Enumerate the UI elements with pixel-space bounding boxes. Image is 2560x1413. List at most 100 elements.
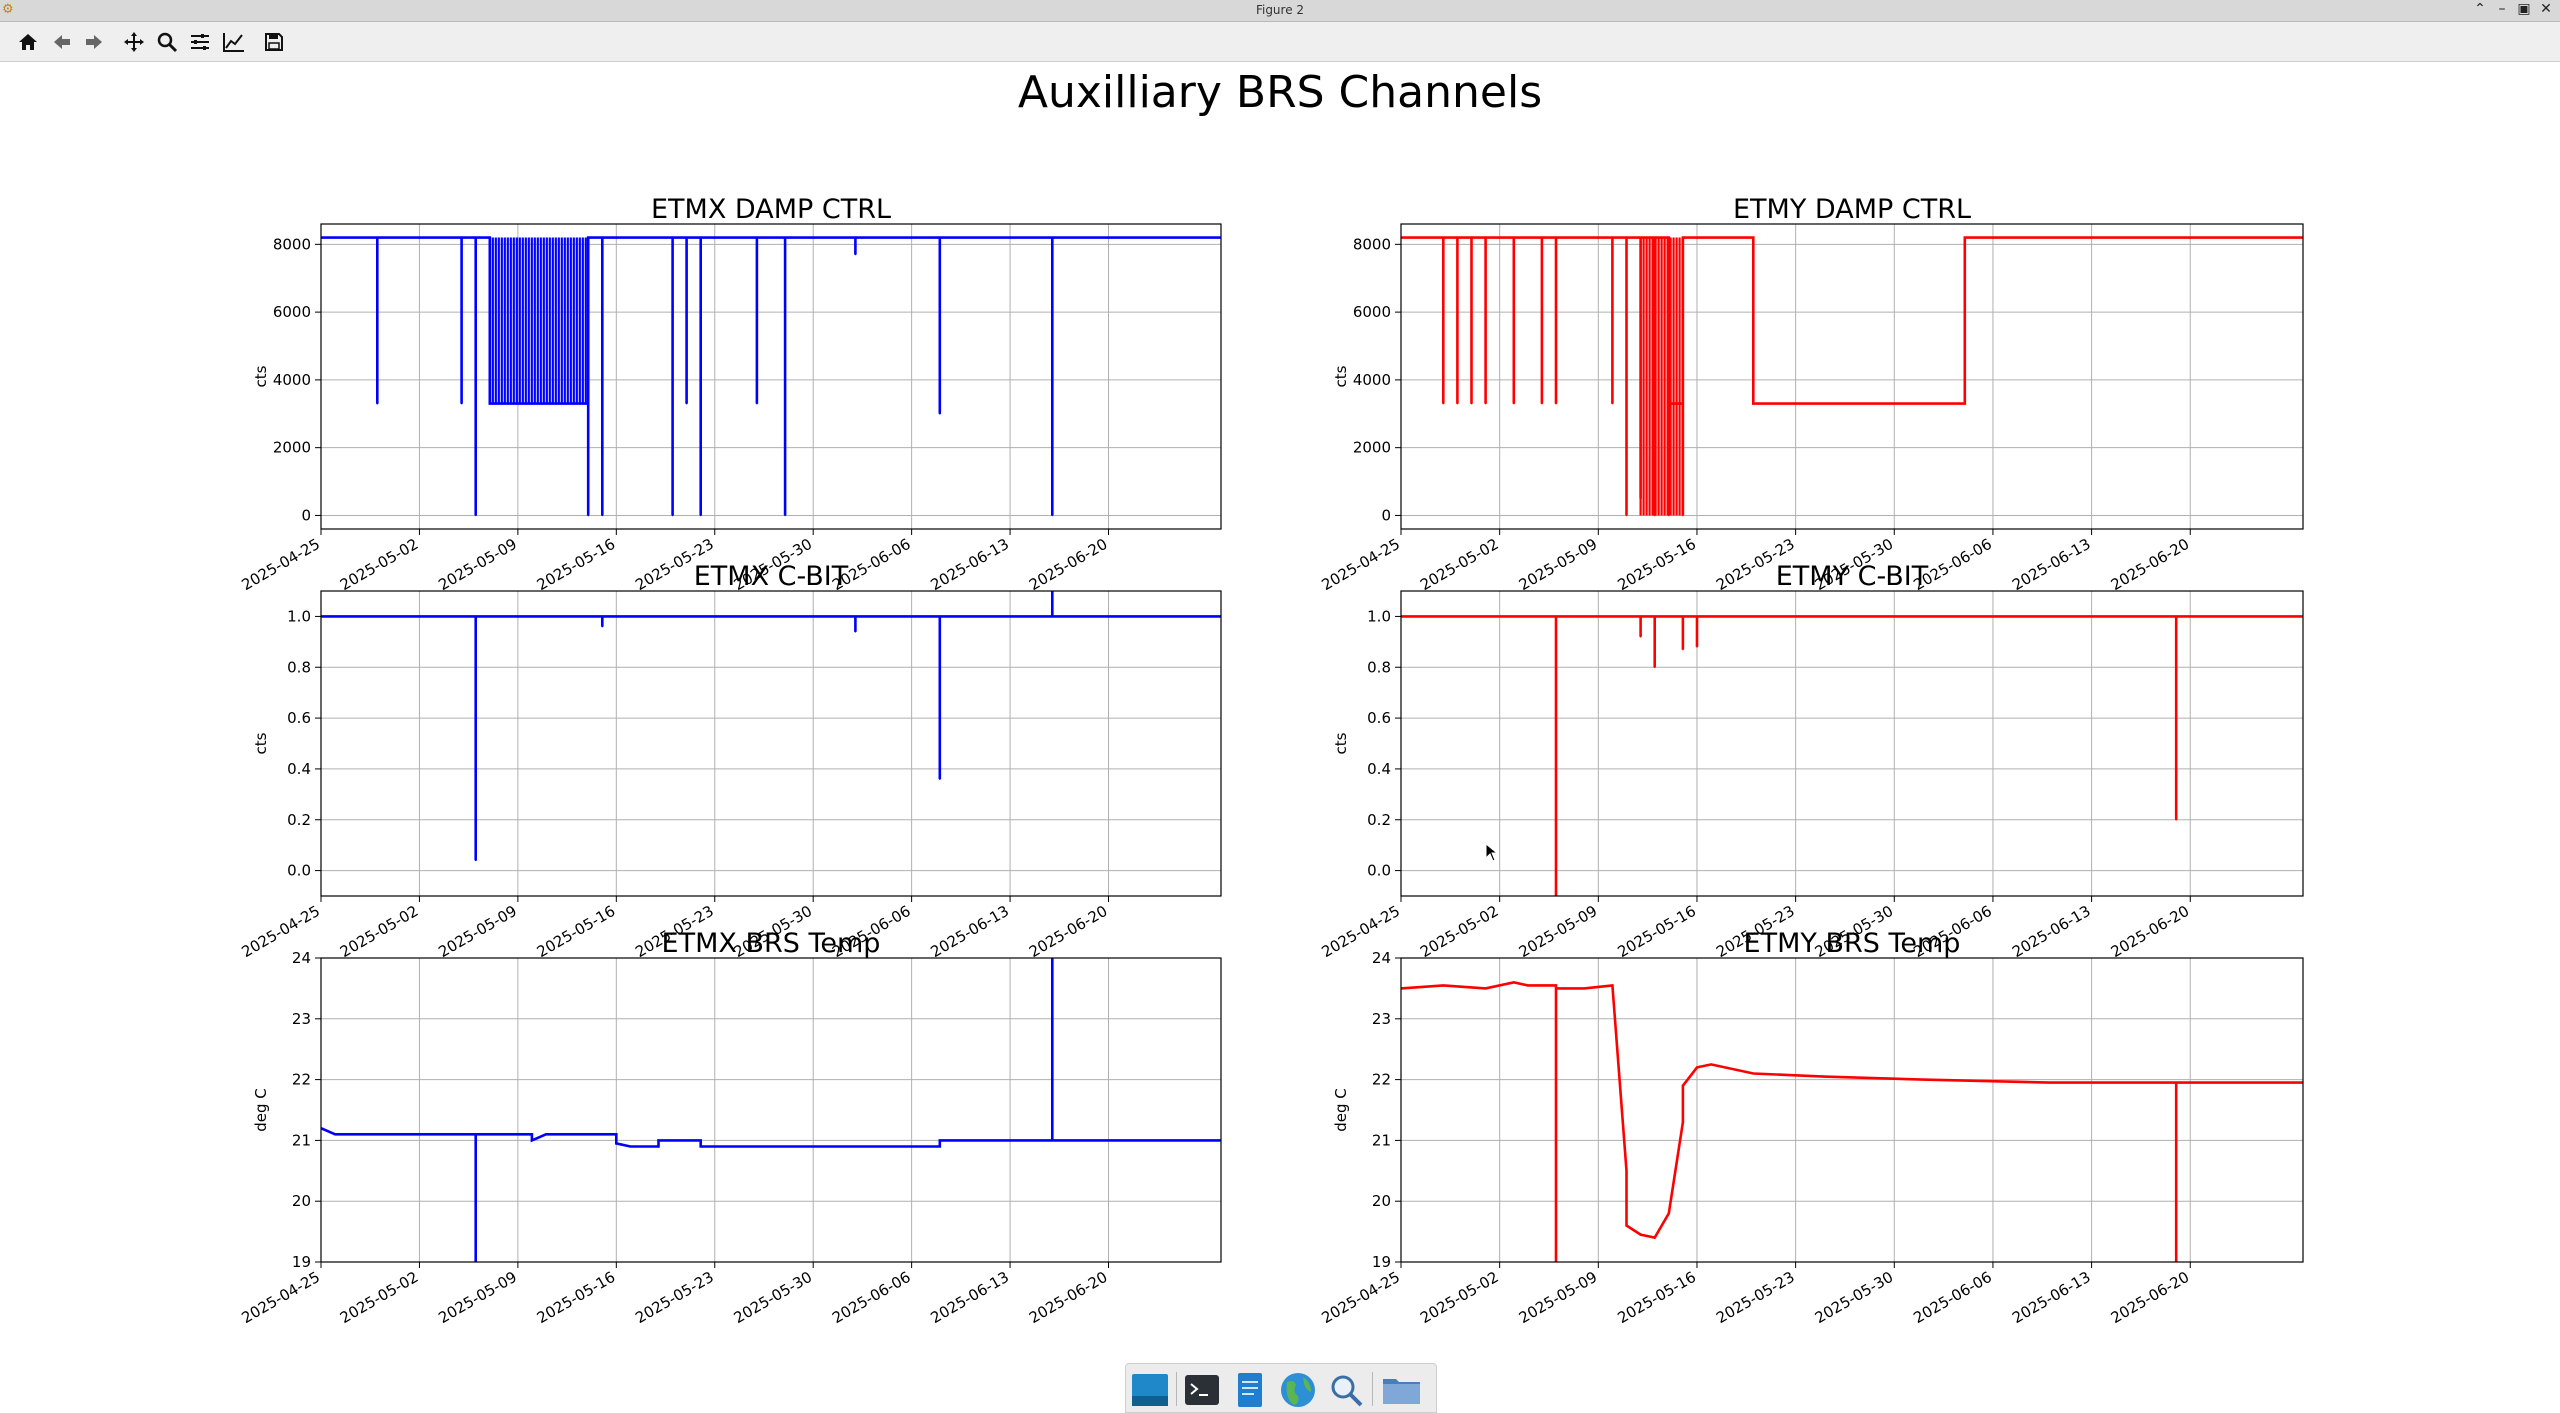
data-point (1752, 1072, 1755, 1075)
text-editor-icon[interactable] (1230, 1370, 1270, 1410)
data-point (1682, 514, 1684, 517)
x-tick-label: 2025-06-20 (2108, 535, 2193, 594)
data-point (1682, 615, 1684, 618)
x-tick-label: 2025-04-25 (1318, 535, 1403, 594)
data-point (1639, 1233, 1642, 1236)
data-point (1555, 402, 1557, 405)
x-tick-label: 2025-05-16 (534, 535, 619, 594)
navigation-toolbar (0, 22, 2560, 62)
data-point (1682, 1121, 1684, 1123)
x-tick-label: 2025-05-09 (435, 902, 520, 961)
x-tick-label: 2025-06-13 (2009, 902, 2094, 961)
back-icon[interactable] (48, 28, 76, 56)
series-line (1401, 236, 2303, 516)
data-point (1639, 497, 1642, 500)
x-tick-label: 2025-05-09 (435, 535, 520, 594)
y-tick-label: 23 (1372, 1010, 1391, 1028)
data-point (1696, 236, 1698, 239)
x-tick-label: 2025-05-02 (1417, 535, 1502, 594)
show-desktop-icon[interactable] (1130, 1370, 1170, 1410)
data-point (2048, 1081, 2051, 1084)
data-point (1611, 402, 1614, 405)
data-point (854, 630, 857, 633)
data-point (1653, 514, 1656, 517)
data-point (756, 1145, 758, 1148)
subplot-etmy-brs-temp: 2025-04-25 2025-05-02 2025-05-09 2025-05-16… (1318, 928, 2304, 1327)
file-manager-icon[interactable] (1380, 1370, 1420, 1410)
close-icon[interactable]: ✕ (2536, 1, 2556, 17)
file-search-icon[interactable] (1326, 1370, 1366, 1410)
restore-icon[interactable]: ▣ (2514, 1, 2534, 17)
data-point (1051, 1139, 1054, 1142)
data-point (1051, 236, 1054, 239)
subplot-title: ETMX DAMP CTRL (651, 194, 891, 225)
grid (320, 591, 1221, 896)
y-tick-label: 8000 (273, 235, 311, 253)
data-point (756, 402, 758, 405)
data-point (657, 1139, 660, 1142)
data-point (1470, 402, 1473, 405)
data-point (1456, 402, 1459, 405)
data-point (1555, 236, 1557, 239)
minimize-icon[interactable]: ⌃ (2470, 1, 2490, 17)
series-dense-band (1639, 237, 1684, 516)
data-point (334, 1133, 336, 1136)
data-point (939, 1145, 941, 1148)
x-tick-label: 2025-06-13 (928, 1268, 1013, 1327)
data-point (1625, 1224, 1628, 1227)
data-point (699, 236, 702, 239)
data-point (1696, 615, 1698, 618)
y-tick-label: 21 (292, 1131, 311, 1149)
x-tick-label: 2025-05-02 (337, 1268, 422, 1327)
terminal-icon[interactable] (1182, 1370, 1222, 1410)
x-tick-label: 2025-05-30 (1812, 1268, 1897, 1327)
series-line (1401, 615, 2303, 896)
save-icon[interactable] (260, 28, 288, 56)
data-point (854, 253, 857, 256)
web-browser-icon[interactable] (1278, 1370, 1318, 1410)
data-point (587, 402, 589, 405)
x-tick-label: 2025-04-25 (238, 535, 323, 594)
edit-axis-icon[interactable] (220, 28, 248, 56)
x-tick-label: 2025-05-16 (534, 1268, 619, 1327)
grid (320, 957, 1221, 1263)
data-point (1625, 236, 1628, 239)
data-point (376, 402, 379, 405)
y-axis-label: deg C (1332, 1088, 1350, 1132)
data-point (1555, 984, 1557, 987)
pan-icon[interactable] (120, 28, 148, 56)
x-tick-label: 2025-05-09 (1516, 902, 1601, 961)
x-tick-label: 2025-05-30 (731, 1268, 816, 1327)
y-tick-label: 0 (1381, 506, 1391, 524)
x-tick-label: 2025-06-13 (2009, 535, 2094, 594)
window-title: Figure 2 (1255, 3, 1305, 17)
data-point (685, 402, 688, 405)
data-point (1513, 981, 1515, 984)
data-point (784, 236, 786, 239)
data-point (601, 514, 604, 517)
data-point (1653, 236, 1656, 239)
configure-subplots-icon[interactable] (186, 28, 214, 56)
axes-frame (320, 957, 1222, 1263)
subplot-title: ETMY DAMP CTRL (1733, 194, 1971, 225)
plot-area (321, 236, 1221, 517)
maximize-icon[interactable]: – (2492, 1, 2512, 17)
forward-icon[interactable] (80, 28, 108, 56)
y-tick-label: 24 (1372, 949, 1391, 967)
data-point (1625, 1170, 1628, 1172)
y-tick-label: 0.0 (1367, 862, 1391, 880)
x-tick-label: 2025-05-16 (1614, 902, 1699, 961)
data-point (939, 236, 941, 239)
grid (1400, 224, 2303, 529)
home-icon[interactable] (14, 28, 42, 56)
data-point (1442, 236, 1445, 239)
series-line (1401, 980, 2303, 1262)
data-point (587, 236, 589, 239)
x-tick-label: 2025-05-02 (1417, 1268, 1502, 1327)
data-point (742, 1145, 744, 1148)
x-tick-label: 2025-05-23 (1713, 1268, 1798, 1327)
y-axis-label: cts (252, 732, 270, 754)
zoom-icon[interactable] (153, 28, 181, 56)
y-tick-label: 0.6 (287, 709, 311, 727)
y-tick-label: 19 (292, 1253, 311, 1271)
